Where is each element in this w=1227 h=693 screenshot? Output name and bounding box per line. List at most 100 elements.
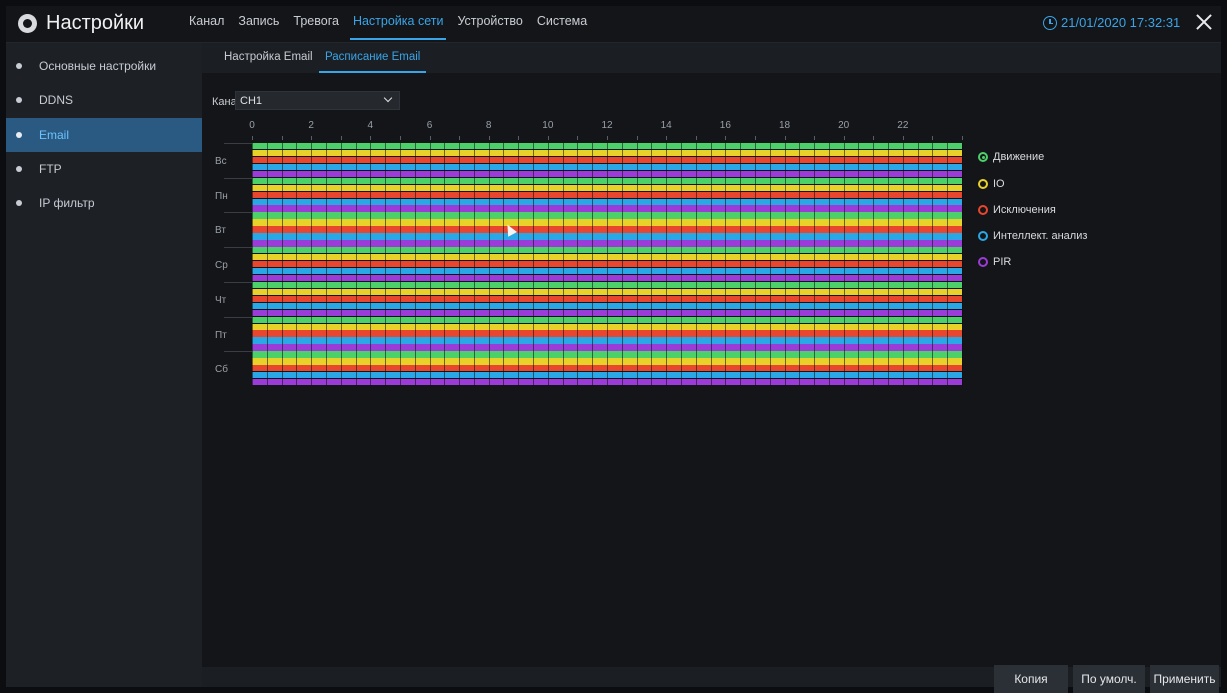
sidebar-item-ftp[interactable]: FTP (6, 152, 202, 186)
hour-tick (962, 136, 963, 140)
grid-line (799, 143, 801, 386)
tab-device[interactable]: Устройство (450, 6, 529, 42)
sidebar-item-label: Email (39, 128, 70, 142)
tab-alarm[interactable]: Тревога (286, 6, 346, 42)
hour-tick (695, 136, 697, 140)
main-panel: Настройка Email Расписание Email Канал C… (202, 43, 1221, 693)
grid-line (473, 143, 475, 386)
hour-tick (725, 136, 727, 140)
day-label: Сб (215, 364, 228, 376)
hour-label: 18 (778, 120, 791, 131)
day-label: Ср (215, 260, 228, 272)
bullet-icon (16, 132, 22, 138)
sidebar-item-ip-filter[interactable]: IP фильтр (6, 186, 202, 220)
top-nav: Канал Запись Тревога Настройка сети Устр… (182, 6, 594, 42)
sidebar: Основные настройки DDNS Email FTP IP фил… (6, 43, 202, 687)
hour-tick (459, 136, 461, 140)
grid-line (503, 143, 505, 386)
settings-logo-icon (18, 14, 37, 33)
hour-tick (340, 136, 342, 140)
grid-line (518, 143, 520, 386)
tab-system[interactable]: Система (530, 6, 594, 42)
grid-line (414, 143, 416, 386)
hour-label: 2 (308, 120, 314, 131)
subtab-email-settings[interactable]: Настройка Email (224, 43, 313, 73)
grid-line (370, 143, 372, 386)
grid-line (917, 143, 919, 386)
hour-tick (932, 136, 934, 140)
hour-label: 4 (367, 120, 374, 131)
grid-line (814, 143, 816, 386)
grid-line (828, 143, 830, 386)
radio-icon (978, 205, 988, 215)
subtab-email-schedule[interactable]: Расписание Email (319, 43, 427, 73)
grid-line (695, 143, 697, 386)
clock-icon (1043, 16, 1057, 30)
grid-line (281, 143, 283, 386)
grid-line (459, 143, 461, 386)
sidebar-item-label: Основные настройки (39, 59, 157, 73)
grid-line (252, 143, 253, 386)
grid-line (385, 143, 387, 386)
radio-icon (978, 152, 988, 162)
hour-label: 16 (719, 120, 731, 131)
schedule-grid[interactable] (252, 143, 963, 386)
close-icon[interactable] (1193, 11, 1215, 33)
hour-tick (252, 136, 253, 140)
sidebar-item-label: FTP (39, 162, 62, 176)
grid-line (429, 143, 431, 386)
day-label: Чт (215, 294, 227, 306)
hour-tick (873, 136, 875, 140)
sidebar-item-label: IP фильтр (39, 196, 95, 210)
day-separator (224, 351, 254, 353)
day-separator (224, 247, 254, 249)
grid-line (355, 143, 357, 386)
hour-tick (547, 136, 549, 140)
day-separator (224, 143, 254, 144)
legend-label: Интеллект. анализ (993, 230, 1088, 242)
grid-line (266, 143, 268, 386)
grid-line (858, 143, 860, 386)
bottom-bar (202, 667, 1221, 687)
hour-tick (754, 136, 756, 140)
sidebar-item-basic[interactable]: Основные настройки (6, 49, 202, 83)
hour-label: 14 (660, 120, 672, 131)
app-title: Настройки (46, 12, 145, 34)
grid-line (902, 143, 904, 386)
bullet-icon (16, 166, 22, 172)
hour-tick (784, 136, 786, 140)
tab-record[interactable]: Запись (231, 6, 286, 42)
chevron-down-icon (383, 93, 393, 103)
day-separator (224, 212, 254, 214)
day-label: Пт (215, 329, 227, 341)
grid-line (399, 143, 401, 386)
sidebar-item-ddns[interactable]: DDNS (6, 83, 202, 117)
grid-line (784, 143, 786, 386)
apply-button[interactable]: Применить (1150, 665, 1219, 693)
grid-line (947, 143, 949, 386)
grid-line (666, 143, 668, 386)
hour-tick (370, 136, 372, 140)
grid-line (710, 143, 712, 386)
bullet-icon (16, 97, 22, 103)
channel-select[interactable]: CH1 (235, 91, 400, 110)
hour-label: 6 (426, 120, 433, 131)
grid-line (325, 143, 327, 386)
default-button[interactable]: По умолч. (1073, 665, 1145, 693)
day-separator (224, 281, 254, 283)
hour-label: 10 (542, 120, 554, 131)
sidebar-item-email[interactable]: Email (6, 118, 202, 152)
tab-channel[interactable]: Канал (182, 6, 231, 42)
grid-line (769, 143, 771, 386)
hour-tick (429, 136, 431, 140)
hour-tick (666, 136, 668, 140)
hour-label: 22 (897, 120, 909, 131)
channel-value: CH1 (240, 95, 263, 107)
top-bar: Настройки Канал Запись Тревога Настройка… (6, 6, 1221, 43)
tab-network[interactable]: Настройка сети (346, 6, 451, 42)
grid-line (533, 143, 535, 386)
copy-button[interactable]: Копия (994, 665, 1068, 693)
legend-label: Исключения (993, 204, 1056, 216)
day-label: Пн (215, 190, 228, 202)
grid-line (962, 143, 963, 386)
